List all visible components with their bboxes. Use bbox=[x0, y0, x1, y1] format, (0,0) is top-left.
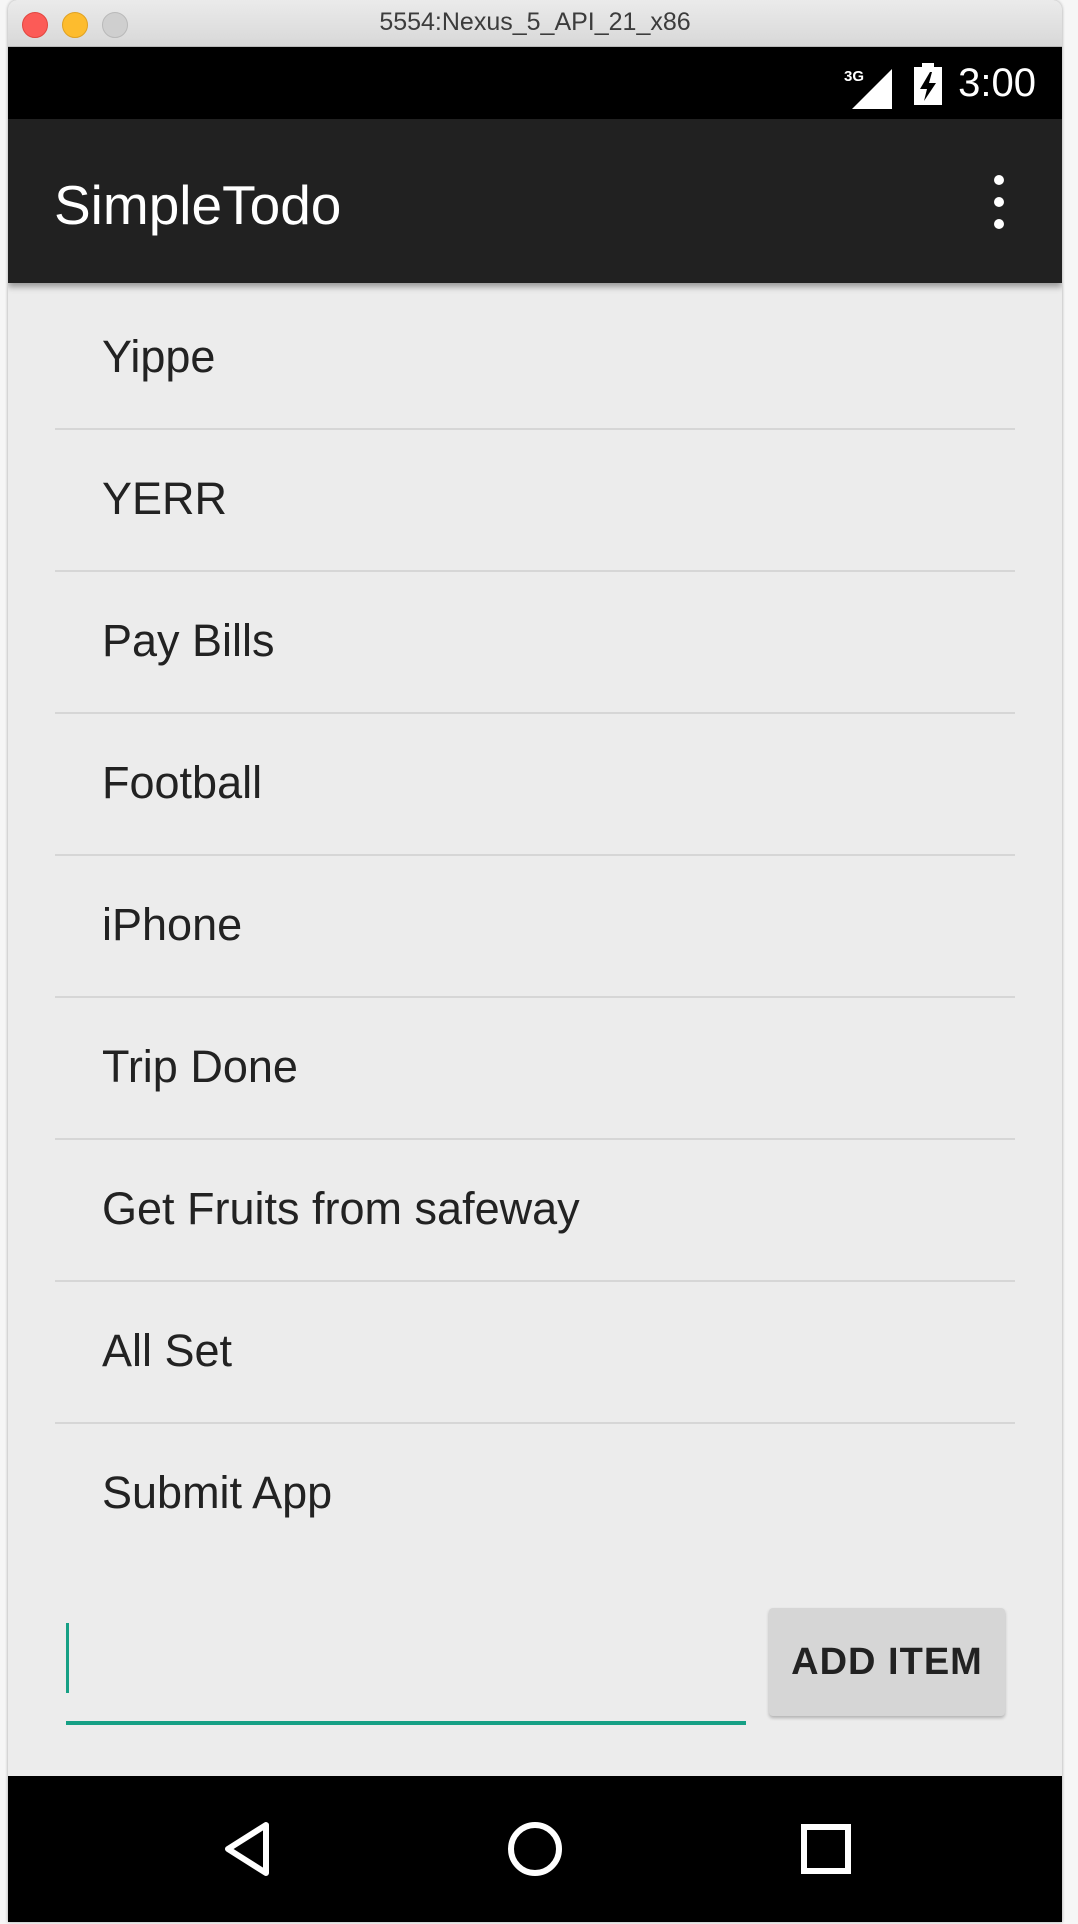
list-item[interactable]: iPhone bbox=[55, 854, 1015, 998]
home-icon bbox=[508, 1822, 562, 1876]
window-titlebar: 5554:Nexus_5_API_21_x86 bbox=[8, 0, 1062, 47]
recents-icon bbox=[801, 1824, 851, 1874]
recents-button[interactable] bbox=[766, 1776, 886, 1922]
list-item[interactable]: Pay Bills bbox=[55, 570, 1015, 714]
list-item[interactable]: Yippe bbox=[55, 286, 1015, 430]
home-button[interactable] bbox=[475, 1776, 595, 1922]
list-item-label: Football bbox=[102, 757, 263, 808]
battery-charging-icon bbox=[914, 63, 942, 105]
emulator-window: 5554:Nexus_5_API_21_x86 3G 3:00 SimpleTo… bbox=[8, 0, 1062, 1922]
status-bar: 3G 3:00 bbox=[8, 47, 1062, 119]
list-item[interactable]: YERR bbox=[55, 428, 1015, 572]
list-item[interactable]: All Set bbox=[55, 1280, 1015, 1424]
list-item-label: Get Fruits from safeway bbox=[102, 1183, 580, 1234]
navigation-bar bbox=[8, 1776, 1062, 1922]
list-item[interactable]: Football bbox=[55, 712, 1015, 856]
list-item[interactable]: Trip Done bbox=[55, 996, 1015, 1140]
list-item[interactable]: Get Fruits from safeway bbox=[55, 1138, 1015, 1282]
window-title: 5554:Nexus_5_API_21_x86 bbox=[379, 8, 691, 36]
overflow-menu-icon[interactable] bbox=[992, 175, 1006, 229]
list-item-label: Pay Bills bbox=[102, 615, 275, 666]
signal-icon: 3G bbox=[844, 68, 892, 109]
list-item-label: iPhone bbox=[102, 899, 243, 950]
status-time: 3:00 bbox=[958, 61, 1036, 105]
list-item-label: Yippe bbox=[102, 331, 216, 382]
back-icon bbox=[225, 1822, 269, 1876]
list-item-label: Trip Done bbox=[102, 1041, 298, 1092]
list-item[interactable]: Submit App bbox=[55, 1422, 1015, 1564]
network-type-label: 3G bbox=[844, 68, 864, 85]
add-item-button[interactable]: ADD ITEM bbox=[769, 1608, 1005, 1716]
back-button[interactable] bbox=[190, 1776, 310, 1922]
input-underline bbox=[66, 1721, 746, 1725]
app-title: SimpleTodo bbox=[54, 174, 342, 236]
list-item-label: All Set bbox=[102, 1325, 233, 1376]
list-item-label: Submit App bbox=[102, 1467, 333, 1518]
app-bar: SimpleTodo bbox=[8, 119, 1062, 283]
text-cursor bbox=[66, 1623, 69, 1693]
list-item-label: YERR bbox=[102, 473, 228, 524]
new-item-input[interactable] bbox=[66, 1615, 746, 1725]
